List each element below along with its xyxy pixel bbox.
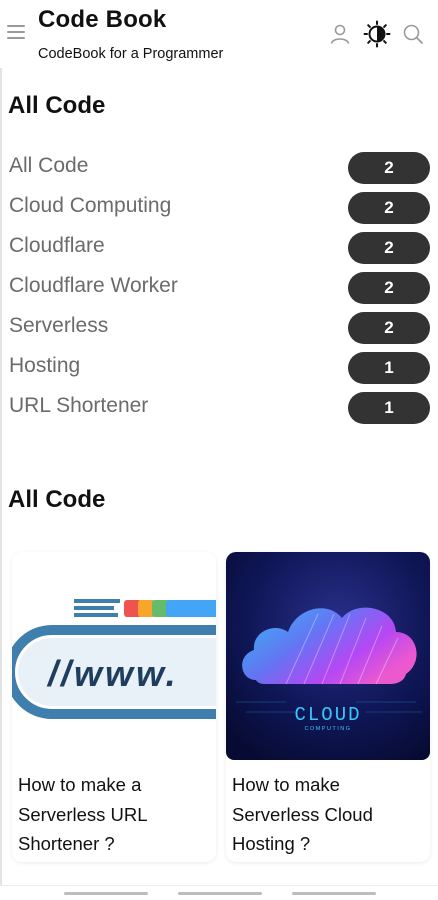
label-name[interactable]: Cloudflare Worker — [9, 274, 178, 298]
thumbnail-computing-text: COMPUTING — [304, 726, 351, 732]
label-item-hosting[interactable]: Hosting 1 — [0, 348, 438, 388]
label-name[interactable]: Hosting — [9, 354, 80, 378]
label-item-serverless[interactable]: Serverless 2 — [0, 308, 438, 348]
bottom-nav-bar — [0, 885, 438, 900]
label-count-badge: 2 — [348, 232, 430, 264]
nav-indicator — [64, 892, 148, 895]
post-thumbnail-url-shortener[interactable]: //www. — [12, 552, 216, 760]
labels-section-title: All Code — [8, 92, 106, 119]
label-item-cloud-computing[interactable]: Cloud Computing 2 — [0, 188, 438, 228]
label-count-badge: 2 — [348, 312, 430, 344]
app-header: Code Book CodeBook for a Programmer — [0, 0, 438, 68]
site-subtitle: CodeBook for a Programmer — [38, 46, 224, 62]
site-title[interactable]: Code Book — [38, 6, 166, 34]
search-icon[interactable] — [401, 22, 425, 46]
label-count-badge: 2 — [348, 152, 430, 184]
label-count-badge: 1 — [348, 352, 430, 384]
label-name[interactable]: All Code — [9, 154, 88, 178]
post-thumbnail-cloud-hosting[interactable]: CLOUD COMPUTING — [226, 552, 430, 760]
nav-indicator — [292, 892, 376, 895]
label-count-badge: 2 — [348, 192, 430, 224]
user-icon[interactable] — [328, 22, 352, 46]
posts-section-title: All Code — [8, 486, 106, 513]
post-title[interactable]: How to make a Serverless URL Shortener ? — [18, 770, 210, 859]
label-item-url-shortener[interactable]: URL Shortener 1 — [0, 388, 438, 428]
label-count-badge: 2 — [348, 272, 430, 304]
label-name[interactable]: Serverless — [9, 314, 108, 338]
thumbnail-url-text: //www. — [46, 653, 179, 694]
label-item-cloudflare[interactable]: Cloudflare 2 — [0, 228, 438, 268]
nav-indicator — [178, 892, 262, 895]
label-list: All Code 2 Cloud Computing 2 Cloudflare … — [0, 148, 438, 428]
theme-toggle-icon[interactable] — [363, 20, 391, 48]
label-item-all-code[interactable]: All Code 2 — [0, 148, 438, 188]
thumbnail-cloud-text: CLOUD — [294, 704, 361, 726]
post-title[interactable]: How to make Serverless Cloud Hosting ? — [232, 770, 424, 859]
label-item-cloudflare-worker[interactable]: Cloudflare Worker 2 — [0, 268, 438, 308]
label-count-badge: 1 — [348, 392, 430, 424]
label-name[interactable]: Cloudflare — [9, 234, 105, 258]
post-card[interactable]: CLOUD COMPUTING How to make Serverless C… — [226, 552, 430, 862]
label-name[interactable]: URL Shortener — [9, 394, 148, 418]
post-card[interactable]: //www. How to make a Serverless URL Shor… — [12, 552, 216, 862]
label-name[interactable]: Cloud Computing — [9, 194, 171, 218]
menu-icon[interactable] — [7, 25, 25, 39]
